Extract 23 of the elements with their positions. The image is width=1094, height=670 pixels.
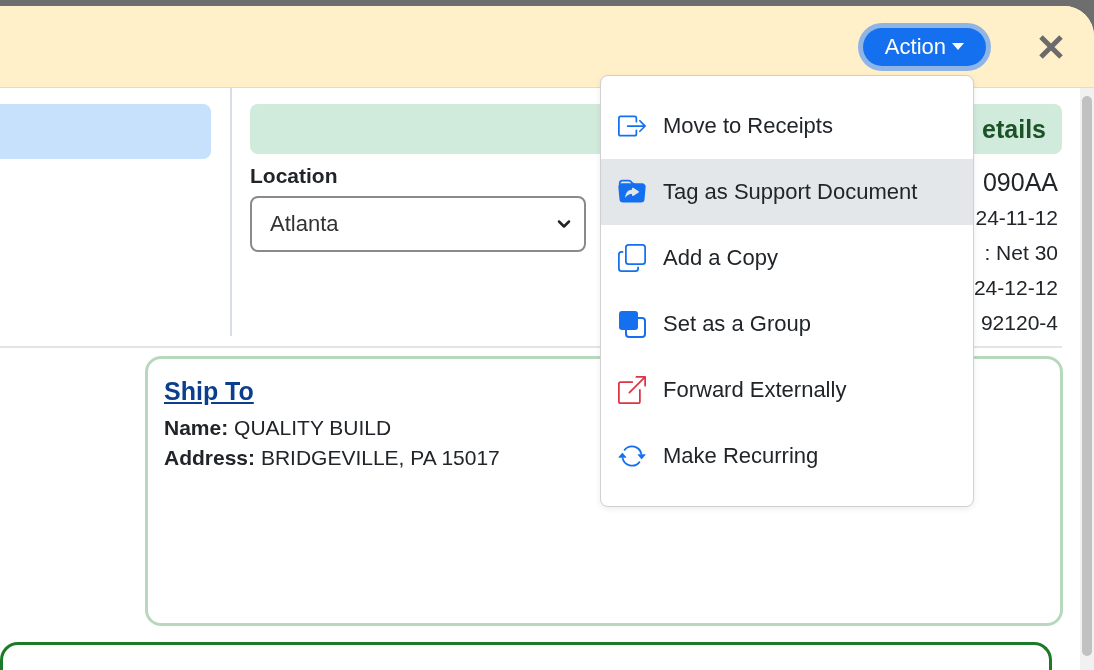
detail-value: 92120-4 [980,310,1058,336]
external-link-icon [617,375,647,405]
scrollbar[interactable] [1080,88,1094,670]
menu-item[interactable]: Move to Receipts [601,93,973,159]
detail-value: 090AA [982,167,1058,198]
ship-to-field: Name: QUALITY BUILD [164,416,392,440]
copy-icon [617,243,647,273]
menu-item[interactable]: Set as a Group [601,291,973,357]
location-select[interactable]: Atlanta [250,196,586,252]
location-label: Location [250,164,339,188]
close-icon[interactable] [1038,33,1064,60]
menu-item[interactable]: Make Recurring [601,423,973,489]
menu-item[interactable]: Tag as Support Document [601,159,973,225]
menu-item[interactable]: Forward Externally [601,357,973,423]
caret-icon [952,43,964,50]
ship-to-field: Address: BRIDGEVILLE, PA 15017 [164,446,500,470]
detail-value: : Net 30 [984,240,1058,266]
overlapping-squares-icon [617,309,647,339]
detail-value: 24-12-12 [973,275,1058,301]
details-title: etails [982,114,1046,144]
menu-item[interactable]: Add a Copy [601,225,973,291]
ship-to-link[interactable]: Ship To [164,377,254,406]
detail-value: 24-11-12 [975,205,1058,231]
